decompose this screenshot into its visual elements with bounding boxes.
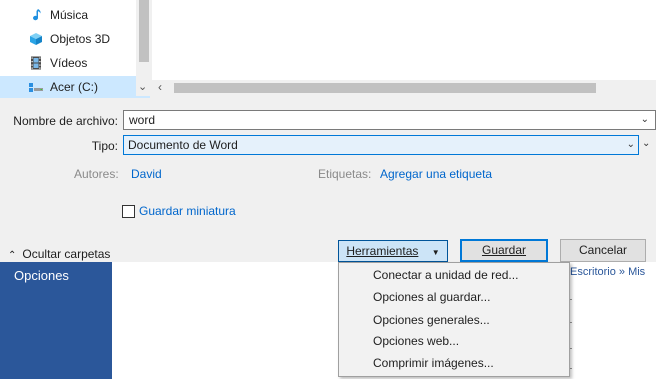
navigation-scrollbar[interactable]: ⌄ [136,0,152,96]
drive-icon [29,83,43,92]
hide-folders-label: Ocultar carpetas [22,247,111,261]
chevron-down-icon[interactable]: ⌄ [138,80,147,93]
menu-item-compress-pictures[interactable]: Comprimir imágenes... [373,353,494,374]
hide-folders-toggle[interactable]: ⌃ Ocultar carpetas [8,247,110,261]
nav-item-label: Objetos 3D [50,32,111,46]
filename-value: word [129,113,156,127]
nav-item-label: Vídeos [50,56,88,70]
tags-label: Etiquetas: [318,167,372,181]
backstage-options-label[interactable]: Opciones [14,268,69,283]
scrollbar-thumb[interactable] [174,83,596,93]
menu-item-web-options[interactable]: Opciones web... [373,331,459,352]
film-icon [31,56,41,70]
chevron-down-icon[interactable]: ⌄ [641,111,649,129]
nav-item-videos[interactable]: Vídeos [28,52,87,74]
nav-item-label: Acer (C:) [50,80,98,94]
cancel-button[interactable]: Cancelar [560,239,646,262]
tools-button[interactable]: Herramientas ▼ [338,240,448,262]
nav-item-3d-objects[interactable]: Objetos 3D [28,28,110,50]
navigation-pane: Música Objetos 3D Vídeos Acer (C:) [0,0,150,98]
file-list[interactable] [152,0,656,80]
save-as-dialog: Música Objetos 3D Vídeos Acer (C:) ⌄ ‹ N… [0,0,656,262]
music-note-icon [33,9,41,21]
scrollbar-thumb[interactable] [139,0,149,62]
tools-menu: Conectar a unidad de red... Opciones al … [338,262,570,377]
authors-value[interactable]: David [131,167,162,181]
menu-item-general-options[interactable]: Opciones generales... [373,310,490,331]
add-tag-link[interactable]: Agregar una etiqueta [380,167,492,181]
file-list-horizontal-scrollbar[interactable]: ‹ [152,80,656,96]
nav-item-label: Música [50,8,89,22]
save-thumbnail-checkbox[interactable] [122,205,135,218]
nav-item-drive-c[interactable]: Acer (C:) [0,76,150,98]
cube-icon [30,33,42,45]
filename-label: Nombre de archivo: [13,114,118,128]
chevron-down-icon[interactable]: ⌄ [627,136,635,154]
authors-label: Autores: [74,167,119,181]
background-breadcrumb: Escritorio » Mis [570,266,646,278]
caret-down-icon: ▼ [431,248,440,257]
chevron-left-icon[interactable]: ‹ [158,80,162,94]
chevron-up-icon: ⌃ [8,250,17,261]
menu-item-save-options[interactable]: Opciones al guardar... [373,287,490,308]
chevron-down-icon[interactable]: ⌄ [642,135,656,155]
menu-item-map-network-drive[interactable]: Conectar a unidad de red... [373,265,518,286]
backstage-sidebar: Opciones [0,262,112,379]
tools-label: Herramientas [346,244,419,258]
nav-item-music[interactable]: Música [28,4,88,26]
file-type-select[interactable]: Documento de Word ⌄ [123,135,639,155]
save-thumbnail-label[interactable]: Guardar miniatura [139,204,236,218]
save-button[interactable]: Guardar [460,239,548,262]
file-type-label: Tipo: [91,139,118,153]
filename-input[interactable]: word ⌄ [123,110,656,130]
file-type-value: Documento de Word [128,138,238,152]
